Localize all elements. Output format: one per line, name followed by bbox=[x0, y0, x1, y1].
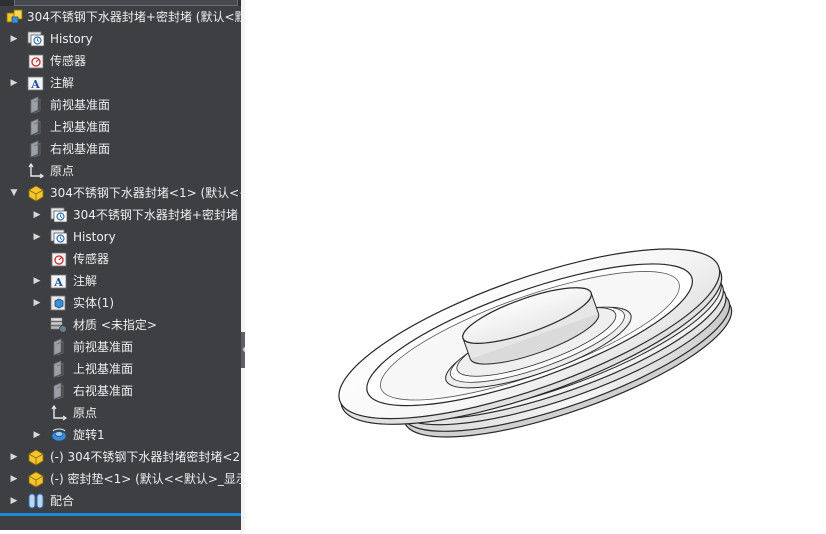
tree-item[interactable]: 右视基准面 bbox=[0, 380, 241, 402]
tree-item-label: 前视基准面 bbox=[50, 98, 111, 112]
mates-icon bbox=[27, 492, 45, 510]
tree-item[interactable]: 304不锈钢下水器封堵+密封堵 (默认<默 bbox=[0, 6, 241, 28]
expand-arrow-icon[interactable]: ▶ bbox=[32, 429, 42, 441]
history-icon bbox=[50, 206, 68, 224]
tree-item[interactable]: ▶ (-) 304不锈钢下水器封堵密封堵<2> bbox=[0, 446, 241, 468]
annotation-icon: A bbox=[50, 272, 68, 290]
panel-bottom-bar bbox=[0, 513, 241, 516]
tree-item[interactable]: ▶ 实体(1) bbox=[0, 292, 241, 314]
part-icon bbox=[27, 470, 45, 488]
tree-item-label: 304不锈钢下水器封堵+密封堵 (默认<默 bbox=[27, 10, 241, 24]
tree-item-label: 原点 bbox=[50, 164, 75, 178]
tree-item[interactable]: 前视基准面 bbox=[0, 336, 241, 358]
plane-icon bbox=[50, 382, 68, 400]
material-icon bbox=[50, 316, 68, 334]
tree-item-label: 上视基准面 bbox=[73, 362, 134, 376]
tree-item-label: History bbox=[73, 230, 116, 244]
expand-arrow-icon[interactable]: ▶ bbox=[9, 33, 19, 45]
tree-item-label: 右视基准面 bbox=[50, 142, 111, 156]
tree-item-label: 前视基准面 bbox=[73, 340, 134, 354]
expand-arrow-icon[interactable]: ▶ bbox=[9, 77, 19, 89]
tree-item[interactable]: 前视基准面 bbox=[0, 94, 241, 116]
model-drain-plug[interactable] bbox=[245, 0, 826, 530]
tree-item-label: 传感器 bbox=[73, 252, 110, 266]
origin-icon bbox=[27, 162, 45, 180]
solid-body-icon bbox=[50, 294, 68, 312]
expand-arrow-icon[interactable]: ▶ bbox=[32, 231, 42, 243]
tree-item-label: 旋转1 bbox=[73, 428, 105, 442]
tree-item[interactable]: 上视基准面 bbox=[0, 358, 241, 380]
svg-text:A: A bbox=[53, 276, 63, 289]
tree-item[interactable]: ▼ 304不锈钢下水器封堵<1> (默认<< bbox=[0, 182, 241, 204]
tree-item[interactable]: 右视基准面 bbox=[0, 138, 241, 160]
tree-item-label: 注解 bbox=[50, 76, 75, 90]
tree-item[interactable]: 原点 bbox=[0, 160, 241, 182]
expand-arrow-icon[interactable]: ▶ bbox=[9, 495, 19, 507]
tree-item-label: (-) 304不锈钢下水器封堵密封堵<2> bbox=[50, 450, 241, 464]
tree-item-label: 304不锈钢下水器封堵<1> (默认<< bbox=[50, 186, 241, 200]
feature-manager-tree: 304不锈钢下水器封堵+密封堵 (默认<默 ▶ History 传感器 ▶ A 注解 前视基准… bbox=[0, 0, 241, 530]
history-icon bbox=[27, 30, 45, 48]
tree-item-label: 配合 bbox=[50, 494, 75, 508]
expand-arrow-icon[interactable]: ▶ bbox=[32, 275, 42, 287]
revolve-icon bbox=[50, 426, 68, 444]
annotation-icon: A bbox=[27, 74, 45, 92]
tree-item[interactable]: 原点 bbox=[0, 402, 241, 424]
tree-item[interactable]: 材质 <未指定> bbox=[0, 314, 241, 336]
collapse-arrow-icon[interactable]: ▼ bbox=[9, 187, 19, 199]
tree-item-label: 注解 bbox=[73, 274, 98, 288]
plane-icon bbox=[50, 338, 68, 356]
expand-arrow-icon[interactable]: ▶ bbox=[32, 209, 42, 221]
plane-icon bbox=[27, 140, 45, 158]
graphics-viewport[interactable] bbox=[245, 0, 826, 530]
part-icon bbox=[27, 448, 45, 466]
tree-item[interactable]: ▶ 304不锈钢下水器封堵+密封堵 bbox=[0, 204, 241, 226]
tree-item[interactable]: ▶ History bbox=[0, 28, 241, 50]
tree-item[interactable]: ▶ A 注解 bbox=[0, 72, 241, 94]
tree-item-label: 上视基准面 bbox=[50, 120, 111, 134]
tree-item[interactable]: 传感器 bbox=[0, 248, 241, 270]
tree-item-label: 材质 <未指定> bbox=[73, 318, 157, 332]
expand-arrow-icon[interactable]: ▶ bbox=[32, 297, 42, 309]
expand-arrow-icon[interactable]: ▶ bbox=[9, 473, 19, 485]
history-icon bbox=[50, 228, 68, 246]
tree-item[interactable]: ▶ History bbox=[0, 226, 241, 248]
tree-item[interactable]: ▶ 旋转1 bbox=[0, 424, 241, 446]
plane-icon bbox=[27, 118, 45, 136]
tree-item-label: 304不锈钢下水器封堵+密封堵 bbox=[73, 208, 238, 222]
tree-item[interactable]: ▶ A 注解 bbox=[0, 270, 241, 292]
tree-item-label: 右视基准面 bbox=[73, 384, 134, 398]
tree-item-label: 原点 bbox=[73, 406, 98, 420]
expand-arrow-icon[interactable]: ▶ bbox=[9, 451, 19, 463]
tree-item[interactable]: 上视基准面 bbox=[0, 116, 241, 138]
tree-item[interactable]: ▶ 配合 bbox=[0, 490, 241, 512]
tree-item-label: 实体(1) bbox=[73, 296, 114, 310]
plane-icon bbox=[27, 96, 45, 114]
part-icon bbox=[27, 184, 45, 202]
tree-item[interactable]: ▶ (-) 密封垫<1> (默认<<默认>_显示 bbox=[0, 468, 241, 490]
assembly-icon bbox=[6, 8, 24, 26]
tree-item-label: (-) 密封垫<1> (默认<<默认>_显示 bbox=[50, 472, 241, 486]
sensor-icon bbox=[50, 250, 68, 268]
plane-icon bbox=[50, 360, 68, 378]
tree-item-label: History bbox=[50, 32, 93, 46]
sensor-icon bbox=[27, 52, 45, 70]
svg-text:A: A bbox=[30, 78, 40, 91]
tree-item[interactable]: 传感器 bbox=[0, 50, 241, 72]
origin-icon bbox=[50, 404, 68, 422]
tree-item-label: 传感器 bbox=[50, 54, 87, 68]
